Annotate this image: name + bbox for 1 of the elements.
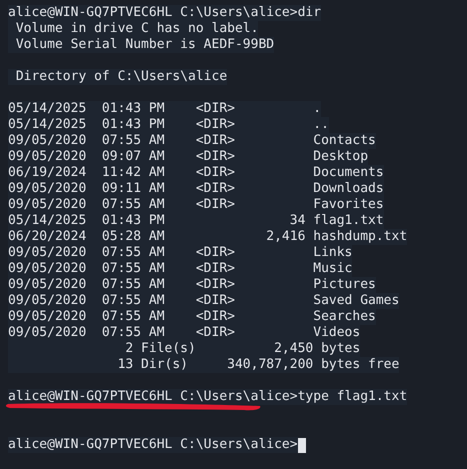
terminal-prompt: alice@WIN-GQ7PTVEC6HL C:\Users\alice> [8,437,298,453]
